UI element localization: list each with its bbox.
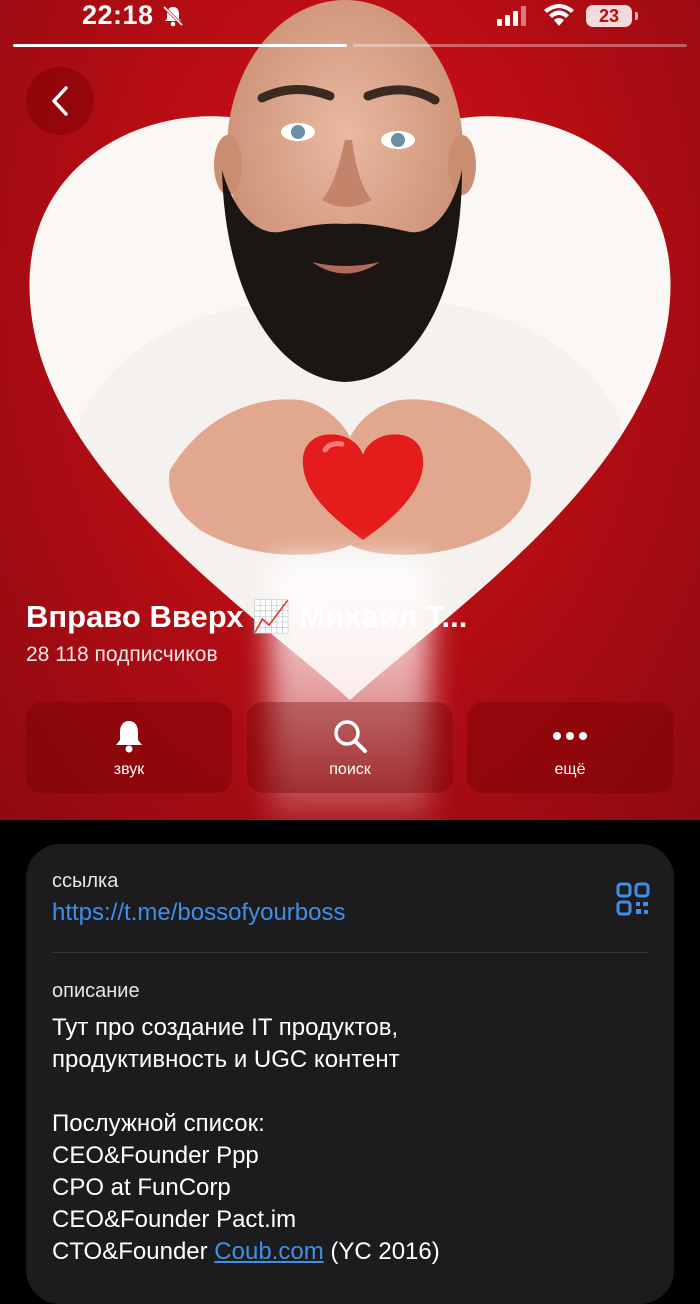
bell-icon: [116, 721, 142, 753]
search-label: поиск: [329, 761, 371, 778]
yc-suffix: (YC 2016): [323, 1238, 440, 1265]
description-line: Тут про создание IT продуктов,: [52, 1014, 399, 1041]
battery-level: 23: [598, 6, 620, 26]
description-label: описание: [52, 980, 140, 1002]
battery-icon: 23: [586, 5, 632, 27]
description-line-last: CTO&Founder Coub.com (YC 2016): [52, 1236, 440, 1268]
wifi-icon: [544, 4, 574, 26]
signal-icon: [497, 6, 526, 26]
qr-code-icon[interactable]: [616, 882, 650, 916]
back-button[interactable]: [26, 67, 94, 135]
sound-label: звук: [113, 761, 145, 778]
battery-tip: [635, 12, 638, 20]
chevron-left-icon: [52, 86, 68, 116]
channel-title: Вправо Вверх 📈 Михаил Т...: [26, 599, 468, 634]
channel-description: Тут про создание IT продуктов, продуктивн…: [52, 1012, 440, 1268]
description-line: CEO&Founder Ppp: [52, 1142, 259, 1169]
more-icon: [553, 732, 587, 740]
description-line: CPO at FunCorp: [52, 1174, 231, 1201]
channel-link[interactable]: https://t.me/bossofyourboss: [52, 899, 345, 927]
search-icon: [334, 720, 367, 753]
bell-off-icon: [162, 5, 184, 27]
description-line: [52, 1076, 440, 1108]
story-progress-1: [13, 44, 347, 47]
subscriber-count: 28 118 подписчиков: [26, 643, 218, 666]
channel-hero: [0, 0, 700, 820]
more-label: ещё: [554, 761, 586, 778]
channel-info-card: ссылка https://t.me/bossofyourboss описа…: [26, 844, 674, 1304]
status-time: 22:18: [82, 0, 154, 30]
more-button[interactable]: ещё: [467, 702, 673, 793]
coub-link[interactable]: Coub.com: [214, 1238, 323, 1265]
link-label: ссылка: [52, 870, 119, 892]
cto-prefix: CTO&Founder: [52, 1238, 215, 1265]
description-line: Послужной список:: [52, 1110, 265, 1137]
story-progress-2: [353, 44, 687, 47]
sound-button[interactable]: звук: [26, 702, 232, 793]
status-bar: 22:18 23: [0, 0, 700, 40]
divider: [52, 952, 648, 953]
search-button[interactable]: поиск: [247, 702, 453, 793]
description-line: CEO&Founder Pact.im: [52, 1206, 297, 1233]
description-line: продуктивность и UGC контент: [52, 1046, 400, 1073]
